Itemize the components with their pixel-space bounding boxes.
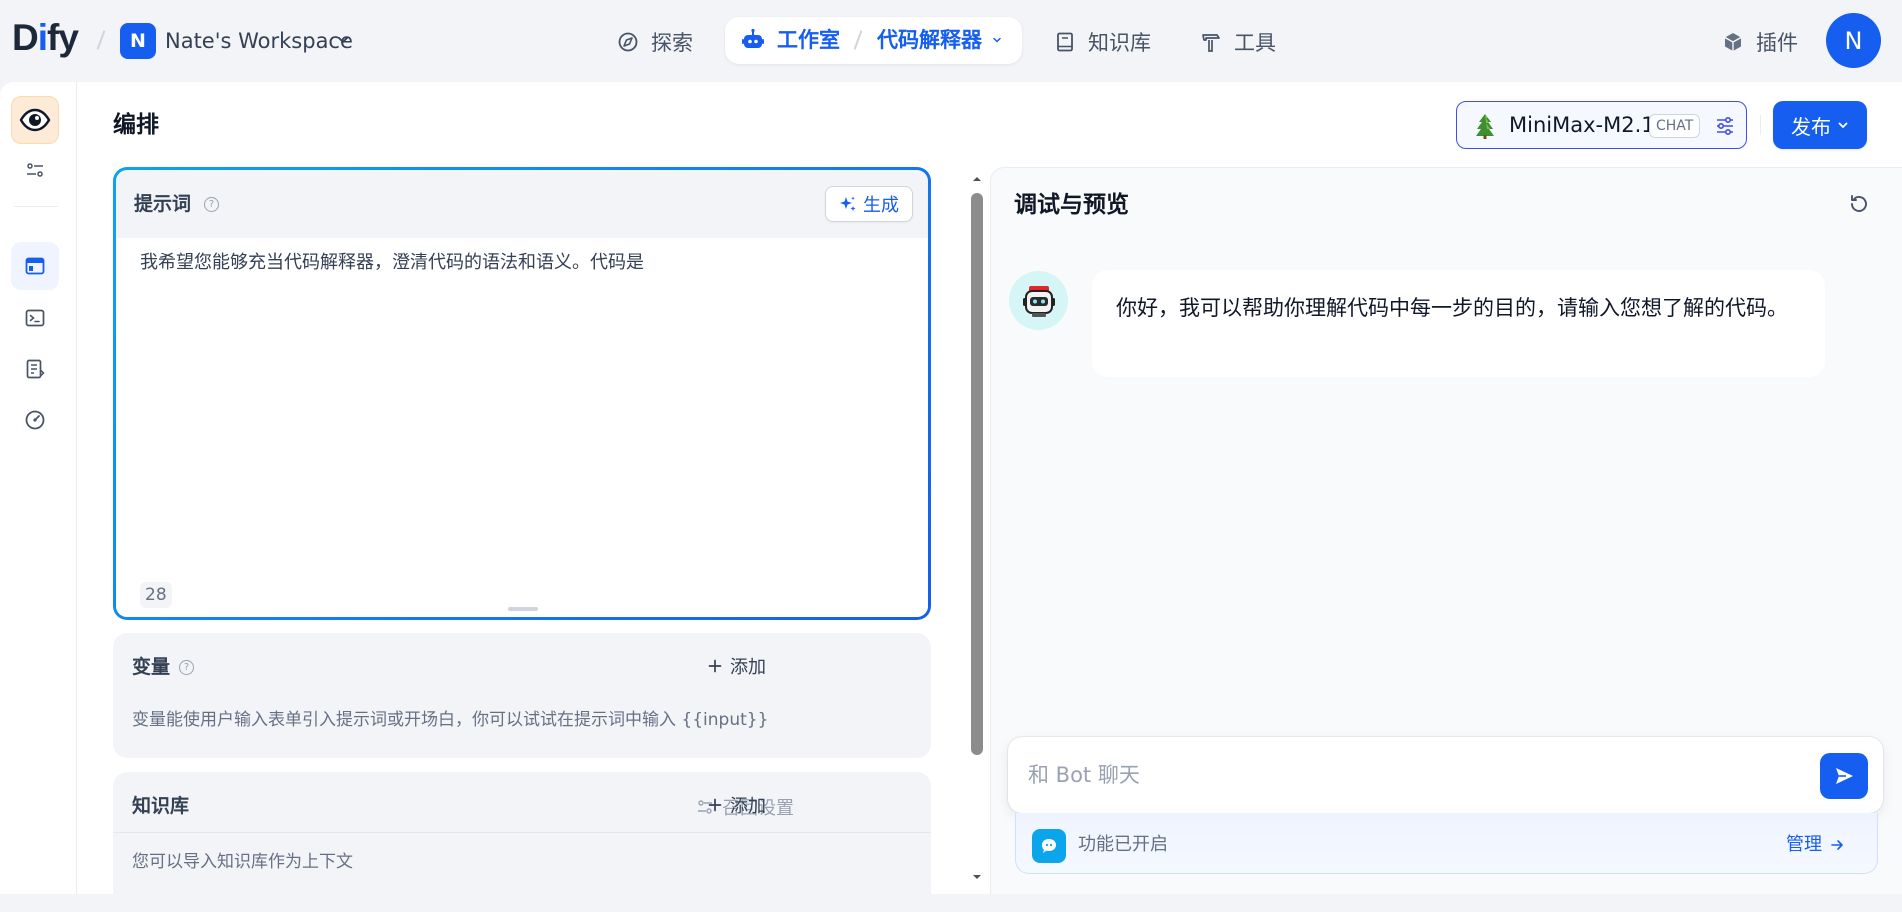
current-app-name[interactable]: 代码解释器	[877, 27, 982, 54]
compass-icon	[617, 31, 639, 53]
nav-studio[interactable]: 工作室 代码解释器	[725, 17, 1022, 64]
settings-sliders-icon[interactable]	[1714, 115, 1736, 137]
workspace-avatar[interactable]: N	[120, 23, 156, 59]
nav-tools[interactable]: 工具	[1200, 22, 1276, 62]
bot-message: 你好，我可以帮助你理解代码中每一步的目的，请输入您想了解的代码。	[1092, 270, 1825, 377]
prompt-title: 提示词	[134, 193, 192, 215]
sparkle-icon	[839, 195, 857, 213]
rail-settings[interactable]	[11, 146, 59, 194]
sliders-icon	[27, 163, 43, 177]
publish-button[interactable]: 发布	[1773, 101, 1867, 149]
send-icon	[1836, 768, 1853, 784]
left-sidebar	[0, 82, 77, 894]
robot-avatar-icon	[1022, 285, 1055, 317]
prompt-card: 提示词 ? 生成 我希望您能够充当代码解释器，澄清代码的语法和语义。代码是 28	[113, 167, 931, 620]
model-name: MiniMax-M2.1	[1509, 113, 1655, 137]
rail-orchestrate[interactable]	[11, 242, 59, 290]
chat-input-placeholder[interactable]: 和 Bot 聊天	[1028, 761, 1140, 789]
help-icon[interactable]: ?	[179, 660, 194, 675]
nav-studio-label: 工作室	[777, 28, 840, 52]
arrow-right-icon	[1830, 838, 1844, 852]
nav-plugins[interactable]: 插件	[1722, 22, 1798, 62]
model-selector[interactable]: MiniMax-M2.1 CHAT	[1456, 101, 1747, 149]
page-title: 编排	[113, 112, 159, 138]
prompt-text[interactable]: 我希望您能够充当代码解释器，澄清代码的语法和语义。代码是	[140, 250, 644, 276]
rail-monitor[interactable]	[11, 396, 59, 444]
generate-button[interactable]: 生成	[825, 186, 913, 222]
rail-logs[interactable]	[11, 345, 59, 393]
model-mode-badge: CHAT	[1649, 114, 1701, 138]
plus-icon	[708, 798, 722, 812]
scroll-up-arrow[interactable]	[970, 174, 984, 184]
knowledge-title: 知识库	[132, 795, 190, 817]
cube-icon	[1722, 31, 1744, 53]
help-icon[interactable]: ?	[204, 197, 219, 212]
toolbar-divider	[1760, 115, 1761, 135]
sidebar-divider	[14, 206, 58, 207]
debug-title: 调试与预览	[1014, 192, 1129, 218]
card-divider	[113, 832, 931, 833]
refresh-icon[interactable]	[1847, 192, 1871, 216]
plus-icon	[708, 659, 722, 673]
scroll-down-arrow[interactable]	[970, 872, 984, 882]
rail-api[interactable]	[11, 294, 59, 342]
chevron-down-icon[interactable]	[336, 33, 350, 47]
chat-input-box[interactable]: 和 Bot 聊天	[1008, 737, 1883, 813]
scrollbar-thumb[interactable]	[971, 193, 983, 755]
features-enabled-text: 功能已开启	[1078, 834, 1168, 855]
chevron-down-icon	[1837, 119, 1849, 131]
terminal-icon	[25, 309, 45, 327]
robot-icon	[741, 28, 765, 52]
tree-icon	[1471, 112, 1499, 140]
knowledge-description: 您可以导入知识库作为上下文	[132, 852, 353, 872]
breadcrumb-separator	[853, 30, 863, 50]
features-bar: 功能已开启 管理	[1015, 813, 1878, 874]
app-icon[interactable]	[11, 96, 59, 144]
document-icon	[26, 359, 45, 379]
chevron-down-icon[interactable]	[991, 34, 1003, 46]
manage-features-link[interactable]: 管理	[1786, 833, 1844, 857]
window-icon	[25, 257, 45, 275]
book-icon	[1054, 31, 1076, 53]
character-count: 28	[140, 582, 172, 608]
variables-card: 变量 ? 添加 变量能使用户输入表单引入提示词或开场白，你可以试试在提示词中输入…	[113, 633, 931, 758]
variables-description: 变量能使用户输入表单引入提示词或开场白，你可以试试在提示词中输入 {{input…	[132, 710, 769, 730]
add-knowledge-button[interactable]: 添加	[708, 792, 766, 818]
dify-logo[interactable]: Dify	[12, 16, 79, 60]
bot-avatar	[1009, 271, 1068, 330]
workspace-name[interactable]: Nate's Workspace	[165, 27, 353, 55]
gauge-icon	[25, 410, 45, 430]
eye-icon	[19, 108, 51, 132]
user-avatar[interactable]: N	[1826, 13, 1881, 68]
chat-bubble-icon	[1032, 829, 1066, 863]
nav-explore[interactable]: 探索	[617, 22, 693, 62]
hammer-icon	[1200, 31, 1222, 53]
resize-handle[interactable]	[508, 607, 538, 611]
add-variable-button[interactable]: 添加	[708, 653, 766, 679]
prompt-editor[interactable]: 我希望您能够充当代码解释器，澄清代码的语法和语义。代码是 28	[116, 238, 928, 617]
send-button[interactable]	[1820, 753, 1868, 799]
nav-knowledge[interactable]: 知识库	[1054, 22, 1151, 62]
knowledge-card: 知识库 召回设置 添加 您可以导入知识库作为上下文	[113, 772, 931, 912]
prompt-header: 提示词 ? 生成	[116, 170, 928, 238]
variables-title: 变量	[132, 656, 171, 678]
